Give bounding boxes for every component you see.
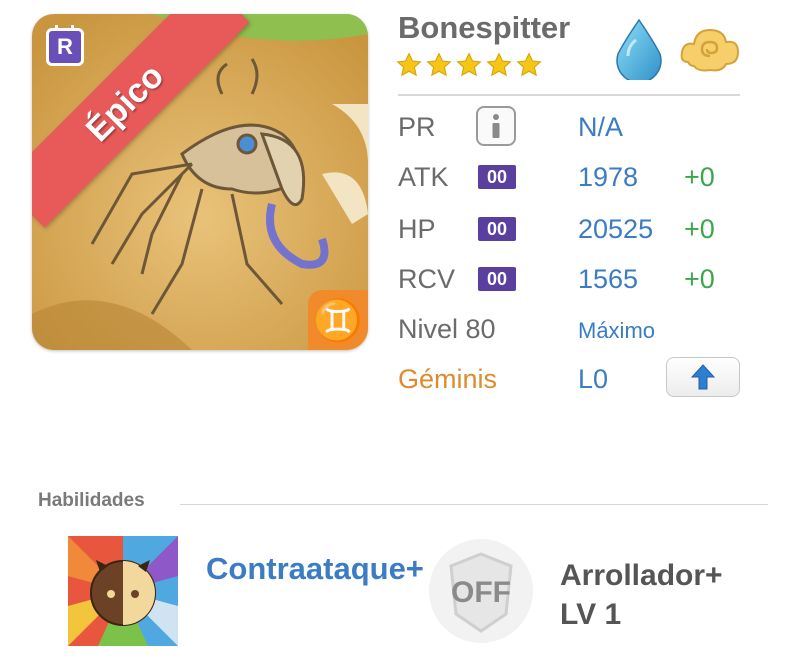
rcv-label: RCV (398, 264, 456, 294)
rarity-r-badge: R (46, 25, 84, 66)
pr-value: N/A (578, 112, 624, 142)
rcv-plus-badge: 00 (478, 267, 516, 291)
info-icon (492, 114, 500, 138)
leader-skill-title: Arrollador+ (560, 559, 723, 592)
zodiac-name: Géminis (398, 364, 498, 394)
pr-info-button[interactable] (476, 106, 516, 146)
leader-skill-name[interactable]: Arrollador+ LV 1 (560, 556, 723, 634)
abilities-heading: Habilidades (38, 490, 145, 511)
hp-bonus: +0 (684, 214, 715, 244)
star-icon (516, 52, 542, 77)
skill-level-up-button[interactable] (666, 357, 740, 397)
leader-skill-level: LV 1 (560, 598, 622, 631)
level-label: Nivel 80 (398, 314, 496, 344)
leader-status-text: OFF (451, 576, 511, 609)
rcv-bonus: +0 (684, 264, 715, 294)
hp-plus-badge: 00 (478, 217, 516, 241)
level-status: Máximo (578, 318, 656, 343)
cloud-swirl-icon (680, 28, 740, 72)
abilities-divider (180, 504, 768, 505)
atk-plus-badge: 00 (478, 165, 516, 189)
atk-value: 1978 (578, 162, 639, 192)
leader-skill-off-icon[interactable]: OFF (426, 536, 536, 646)
arrow-up-icon (691, 364, 715, 390)
skill-icon[interactable] (68, 536, 178, 646)
atk-label: ATK (398, 162, 449, 192)
rcv-value: 1565 (578, 264, 639, 294)
monster-portrait[interactable]: Épico R ♊ (32, 14, 368, 350)
skill-name[interactable]: Contraataque+ (206, 550, 426, 589)
pr-label: PR (398, 112, 436, 142)
star-icon (426, 52, 452, 77)
star-rating (396, 52, 542, 78)
atk-bonus: +0 (684, 162, 715, 192)
gemini-zodiac-icon: ♊ (308, 290, 368, 350)
hp-label: HP (398, 214, 436, 244)
star-icon (456, 52, 482, 77)
water-drop-icon (616, 18, 662, 80)
star-icon (396, 52, 422, 77)
skill-level: L0 (578, 364, 609, 394)
monster-name: Bonespitter (398, 10, 571, 45)
star-icon (486, 52, 512, 77)
header-divider (398, 94, 740, 96)
hp-value: 20525 (578, 214, 654, 244)
